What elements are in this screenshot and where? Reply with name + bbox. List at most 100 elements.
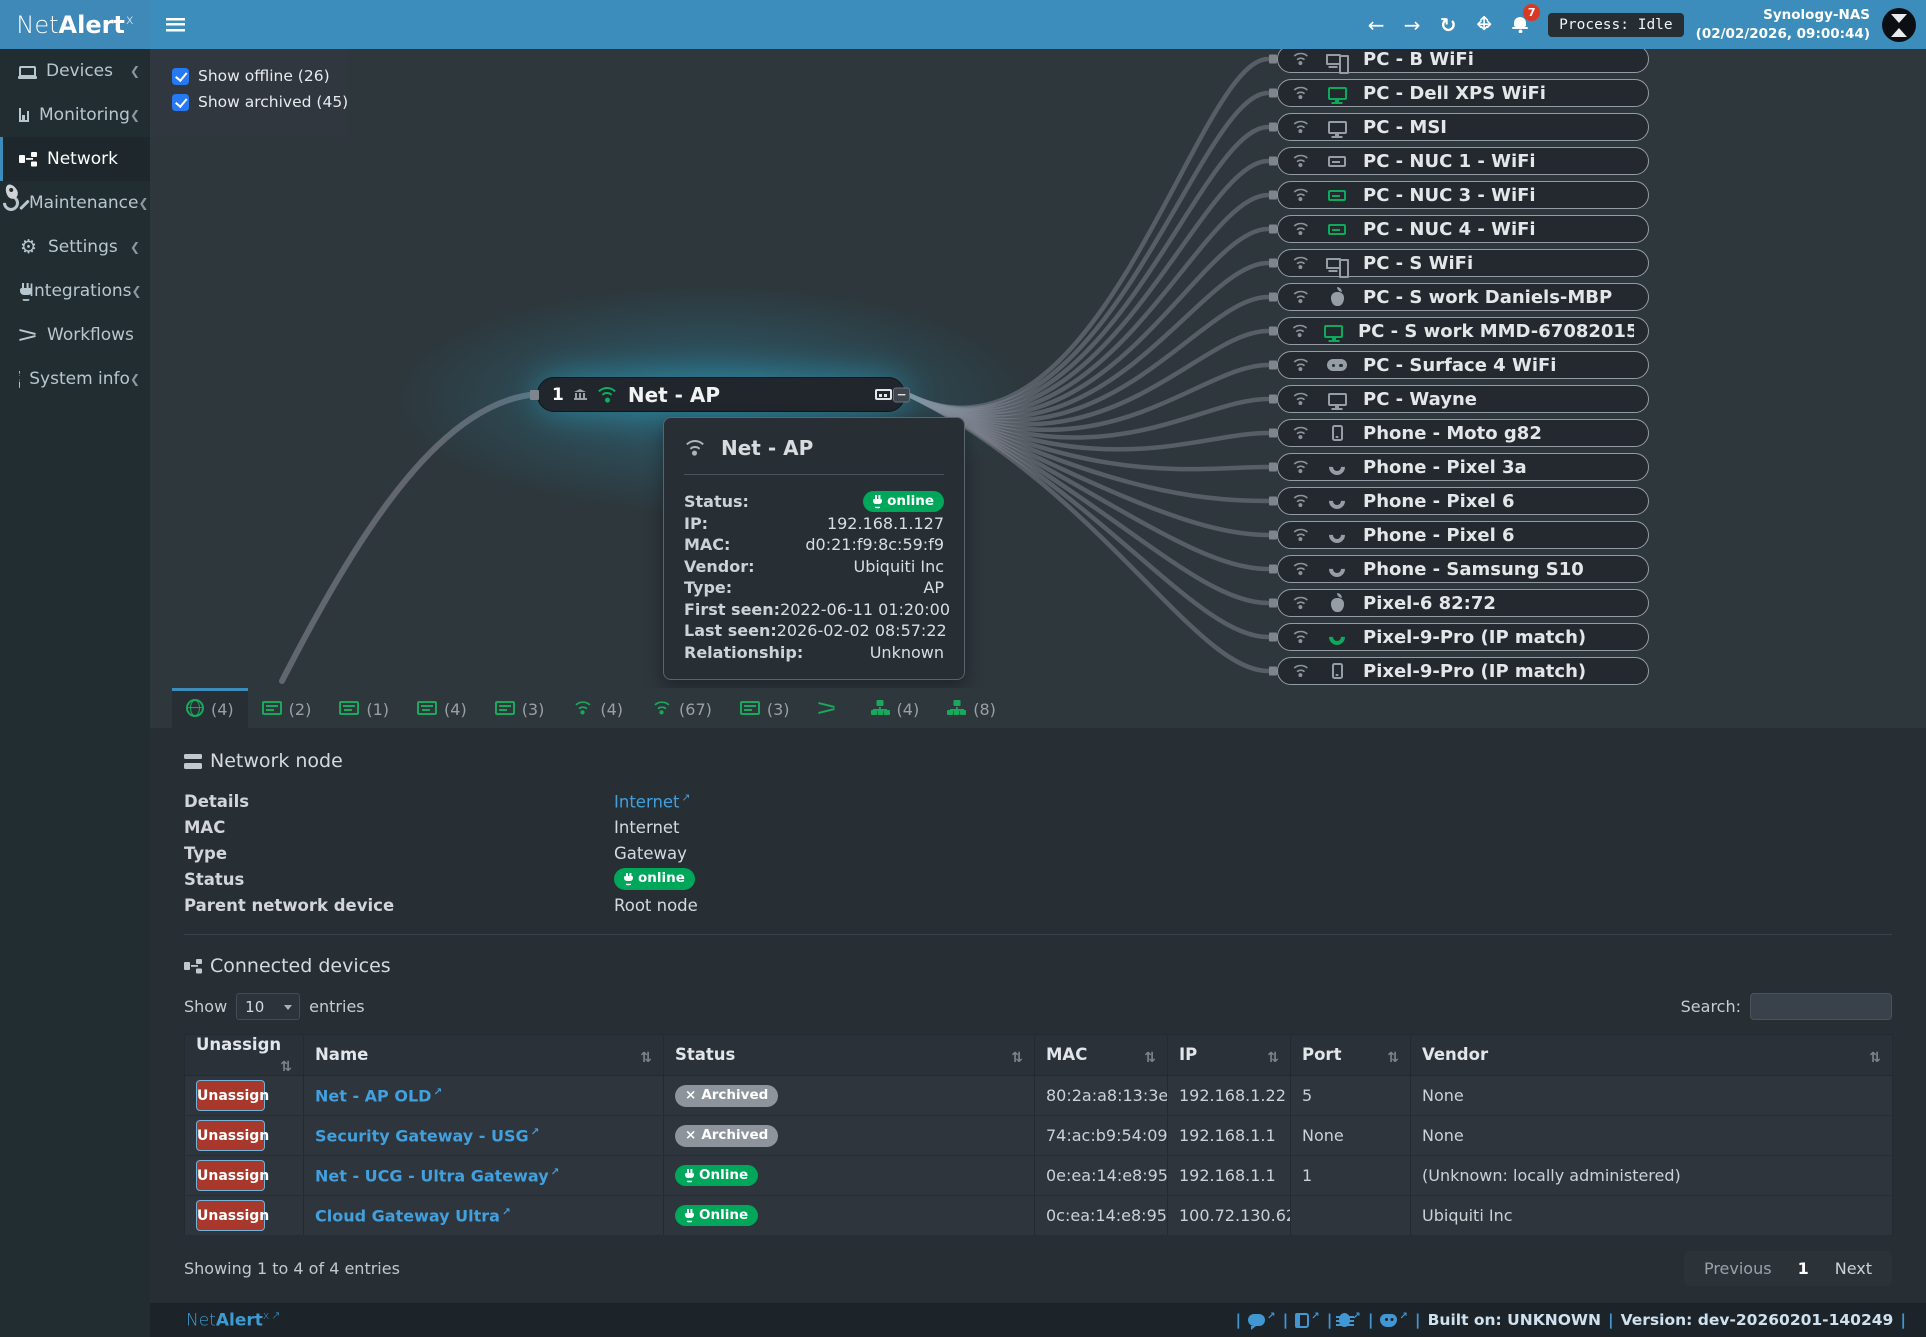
show-offline-filter[interactable]: Show offline (26) bbox=[172, 63, 346, 89]
sidebar-item[interactable]: Devices bbox=[0, 49, 150, 93]
previous-page-button[interactable]: Previous bbox=[1704, 1259, 1772, 1278]
unassign-button[interactable]: Unassign bbox=[196, 1160, 265, 1191]
device-pill[interactable]: PC - B WiFi bbox=[1277, 49, 1649, 73]
sort-icon[interactable] bbox=[640, 1047, 652, 1066]
device-pill[interactable]: PC - Wayne bbox=[1277, 385, 1649, 413]
show-offline-checkbox[interactable] bbox=[172, 68, 189, 85]
wifi-icon bbox=[1292, 291, 1309, 304]
sidebar-item[interactable]: Integrations bbox=[0, 269, 150, 313]
sort-icon[interactable] bbox=[1387, 1047, 1399, 1066]
notifications-button[interactable]: 7 bbox=[1502, 0, 1538, 49]
nav-forward-button[interactable] bbox=[1394, 0, 1430, 49]
collapse-node-button[interactable]: − bbox=[893, 387, 910, 402]
device-pill[interactable]: PC - NUC 3 - WiFi bbox=[1277, 181, 1649, 209]
sidebar-item[interactable]: Network bbox=[0, 137, 150, 181]
node-type-tab[interactable]: (4) bbox=[172, 688, 248, 728]
page-number-button[interactable]: 1 bbox=[1798, 1259, 1809, 1278]
device-pill[interactable]: Phone - Pixel 6 bbox=[1277, 487, 1649, 515]
device-name-link[interactable]: Cloud Gateway Ultra bbox=[315, 1206, 511, 1225]
column-header[interactable]: Status bbox=[664, 1035, 1035, 1076]
node-type-tab[interactable]: (67) bbox=[637, 688, 726, 728]
node-type-tab[interactable]: (4) bbox=[558, 688, 637, 728]
column-header[interactable]: Name bbox=[304, 1035, 664, 1076]
user-avatar[interactable] bbox=[1882, 8, 1916, 42]
next-page-button[interactable]: Next bbox=[1835, 1259, 1872, 1278]
device-pill[interactable]: Pixel-6 82:72 bbox=[1277, 589, 1649, 617]
nav-back-button[interactable] bbox=[1358, 0, 1394, 49]
device-pill[interactable]: Pixel-9-Pro (IP match) bbox=[1277, 657, 1649, 685]
column-header[interactable]: Port bbox=[1291, 1035, 1411, 1076]
page-size-select[interactable]: 10 bbox=[236, 993, 300, 1020]
device-pill[interactable]: Phone - Pixel 6 bbox=[1277, 521, 1649, 549]
device-pill-label: PC - NUC 3 - WiFi bbox=[1363, 185, 1536, 206]
internet-details-link[interactable]: Internet bbox=[614, 791, 691, 812]
footer-link[interactable] bbox=[1380, 1311, 1407, 1329]
column-header[interactable]: MAC bbox=[1035, 1035, 1168, 1076]
node-type-tab[interactable]: (8) bbox=[933, 688, 1010, 728]
device-pill[interactable]: PC - NUC 1 - WiFi bbox=[1277, 147, 1649, 175]
device-pill[interactable]: Pixel-9-Pro (IP match) bbox=[1277, 623, 1649, 651]
refresh-button[interactable] bbox=[1430, 0, 1466, 49]
column-header[interactable]: IP bbox=[1168, 1035, 1291, 1076]
sidebar-item[interactable]: System info bbox=[0, 357, 150, 401]
device-pill[interactable]: PC - MSI bbox=[1277, 113, 1649, 141]
device-glyph bbox=[1326, 258, 1341, 269]
node-type-tab[interactable]: (3) bbox=[726, 688, 804, 728]
wifi-icon bbox=[1292, 189, 1309, 202]
column-header[interactable]: Unassign bbox=[185, 1035, 304, 1076]
sidebar-item[interactable]: Settings bbox=[0, 225, 150, 269]
device-pill[interactable]: Phone - Samsung S10 bbox=[1277, 555, 1649, 583]
mac-cell: 0e:ea:14:e8:95:2a bbox=[1035, 1156, 1168, 1196]
node-type-tab[interactable]: (3) bbox=[481, 688, 559, 728]
sidebar-item[interactable]: Monitoring bbox=[0, 93, 150, 137]
sort-icon[interactable] bbox=[1144, 1047, 1156, 1066]
sort-icon[interactable] bbox=[1869, 1047, 1881, 1066]
device-pill[interactable]: PC - NUC 4 - WiFi bbox=[1277, 215, 1649, 243]
device-pill[interactable]: PC - S WiFi bbox=[1277, 249, 1649, 277]
footer-link[interactable] bbox=[1295, 1311, 1319, 1329]
device-pill[interactable]: Phone - Pixel 3a bbox=[1277, 453, 1649, 481]
node-type-tab[interactable]: (4) bbox=[857, 688, 934, 728]
node-type-tab[interactable] bbox=[804, 688, 857, 728]
show-archived-checkbox[interactable] bbox=[172, 94, 189, 111]
sidebar-item[interactable]: Maintenance bbox=[0, 181, 150, 225]
device-pill[interactable]: PC - Dell XPS WiFi bbox=[1277, 79, 1649, 107]
sort-icon[interactable] bbox=[1011, 1047, 1023, 1066]
unassign-button[interactable]: Unassign bbox=[196, 1080, 265, 1111]
node-type-tab[interactable]: (2) bbox=[248, 688, 326, 728]
device-name-link[interactable]: Security Gateway - USG bbox=[315, 1126, 539, 1145]
show-archived-filter[interactable]: Show archived (45) bbox=[172, 89, 346, 115]
search-input[interactable] bbox=[1750, 993, 1892, 1020]
sort-icon[interactable] bbox=[280, 1056, 292, 1075]
footer-link[interactable] bbox=[1339, 1311, 1360, 1329]
footer-link-group: | bbox=[1368, 1311, 1408, 1329]
device-pill[interactable]: PC - S work MMD-67082015... bbox=[1277, 317, 1649, 345]
ethernet-ports-icon bbox=[875, 389, 892, 400]
column-header[interactable]: Vendor bbox=[1411, 1035, 1893, 1076]
sort-icon[interactable] bbox=[1267, 1047, 1279, 1066]
unassign-button[interactable]: Unassign bbox=[196, 1120, 265, 1151]
sidebar-item[interactable]: Workflows bbox=[0, 313, 150, 357]
device-glyph bbox=[1329, 527, 1345, 543]
show-archived-label: Show archived (45) bbox=[198, 93, 348, 111]
device-glyph bbox=[1331, 598, 1344, 612]
node-type-tab[interactable]: (1) bbox=[325, 688, 403, 728]
device-name-link[interactable]: Net - UCG - Ultra Gateway bbox=[315, 1166, 559, 1185]
footer-brand-link[interactable]: NetAlertx bbox=[186, 1309, 281, 1331]
node-type-tab[interactable]: (4) bbox=[403, 688, 481, 728]
unassign-button[interactable]: Unassign bbox=[196, 1200, 265, 1231]
tab-count: (1) bbox=[366, 700, 389, 719]
device-name-link[interactable]: Net - AP OLD bbox=[315, 1086, 442, 1105]
device-pill[interactable]: PC - S work Daniels-MBP bbox=[1277, 283, 1649, 311]
sidebar-toggle-button[interactable] bbox=[150, 0, 200, 49]
fullscreen-button[interactable] bbox=[1466, 0, 1502, 49]
footer-link[interactable] bbox=[1248, 1311, 1275, 1329]
selected-network-node[interactable]: 1 Net - AP − bbox=[537, 377, 905, 412]
device-type-icon bbox=[1317, 595, 1357, 612]
network-graph[interactable]: Show offline (26) Show archived (45) 1 N… bbox=[150, 49, 1926, 688]
tab-count: (3) bbox=[767, 700, 790, 719]
device-pill[interactable]: Phone - Moto g82 bbox=[1277, 419, 1649, 447]
device-pill[interactable]: PC - Surface 4 WiFi bbox=[1277, 351, 1649, 379]
app-logo[interactable]: NetAlertx bbox=[0, 0, 150, 49]
sidebar-item-label: Network bbox=[47, 149, 140, 169]
